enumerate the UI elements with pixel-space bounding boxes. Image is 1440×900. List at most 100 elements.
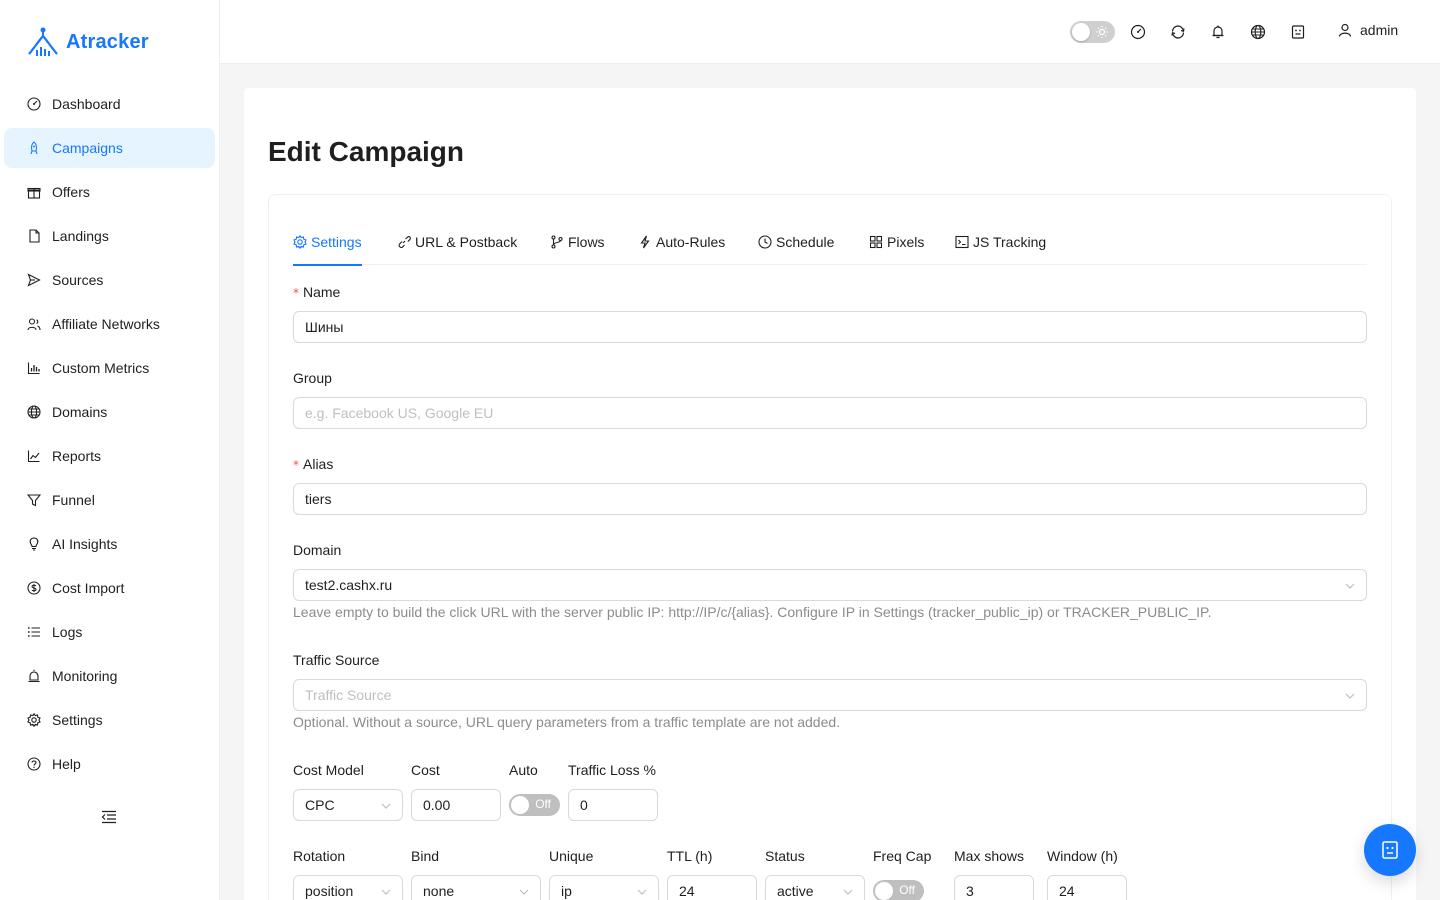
sidebar-item-funnel[interactable]: Funnel — [4, 480, 215, 520]
switch-state: Off — [535, 797, 551, 811]
alert-icon — [26, 668, 42, 684]
logo-icon — [28, 27, 58, 56]
theme-toggle[interactable] — [1070, 21, 1115, 43]
question-icon — [26, 756, 42, 772]
sidebar-item-label: Landings — [52, 228, 109, 244]
tab-js-tracking[interactable]: JS Tracking — [955, 231, 1046, 265]
sun-icon — [1096, 26, 1108, 38]
bind-select[interactable]: none — [411, 875, 541, 900]
logo[interactable]: Atracker — [26, 26, 149, 58]
sidebar-item-settings[interactable]: Settings — [4, 700, 215, 740]
sidebar-item-help[interactable]: Help — [4, 744, 215, 784]
sidebar-item-label: Affiliate Networks — [52, 316, 160, 332]
code-icon — [955, 235, 969, 249]
sidebar-item-label: Domains — [52, 404, 108, 420]
tab-label: URL & Postback — [415, 234, 518, 250]
link-icon — [398, 236, 411, 249]
tab-schedule[interactable]: Schedule — [758, 231, 834, 265]
gift-icon — [26, 184, 42, 200]
sidebar-item-custom-metrics[interactable]: Custom Metrics — [4, 348, 215, 388]
dashboard-icon — [26, 96, 42, 112]
rocket-icon — [26, 140, 42, 156]
tab-settings[interactable]: Settings — [293, 231, 362, 266]
sidebar-item-dashboard[interactable]: Dashboard — [4, 84, 215, 124]
sidebar-item-label: Cost Import — [52, 580, 125, 596]
funnel-icon — [26, 492, 42, 508]
edit-campaign-card: Settings URL & Postback Flows Auto-Rules… — [268, 194, 1392, 900]
cost-input[interactable]: 0.00 — [411, 789, 501, 821]
rotation-select[interactable]: position — [293, 875, 403, 900]
thunderbolt-icon — [640, 235, 650, 249]
page-title: Edit Campaign — [268, 136, 465, 167]
sidebar-item-sources[interactable]: Sources — [4, 260, 215, 300]
unique-select[interactable]: ip — [549, 875, 659, 900]
sidebar-item-label: Offers — [52, 184, 90, 200]
sidebar-item-monitoring[interactable]: Monitoring — [4, 656, 215, 696]
sidebar-item-label: AI Insights — [52, 536, 118, 552]
sidebar-nav: Dashboard Campaigns Offers Landings Sour… — [4, 84, 215, 788]
cost-label: Cost — [411, 762, 440, 778]
window-input[interactable]: 24 — [1047, 875, 1127, 900]
tab-label: Pixels — [887, 234, 925, 250]
sidebar-item-cost-import[interactable]: Cost Import — [4, 568, 215, 608]
user-menu[interactable]: admin — [1338, 22, 1398, 38]
status-select[interactable]: active — [765, 875, 865, 900]
traffic-source-select[interactable]: Traffic Source — [293, 679, 1367, 711]
cost-model-label: Cost Model — [293, 762, 364, 778]
tabs: Settings URL & Postback Flows Auto-Rules… — [293, 231, 1367, 266]
sidebar-item-ai-insights[interactable]: AI Insights — [4, 524, 215, 564]
sidebar-item-campaigns[interactable]: Campaigns — [4, 128, 215, 168]
name-input[interactable]: Шины — [293, 311, 1367, 343]
sidebar-item-label: Monitoring — [52, 668, 118, 684]
tab-flows[interactable]: Flows — [550, 231, 605, 265]
globe-icon[interactable] — [1250, 24, 1266, 40]
gear-icon — [26, 712, 42, 728]
dashboard-icon[interactable] — [1130, 24, 1146, 40]
traffic-loss-label: Traffic Loss % — [568, 762, 656, 778]
sidebar-collapse-button[interactable] — [101, 810, 119, 826]
branch-icon — [551, 235, 563, 249]
sidebar-item-domains[interactable]: Domains — [4, 392, 215, 432]
auto-switch[interactable]: Off — [509, 794, 560, 816]
tab-label: Settings — [311, 234, 362, 250]
switch-knob — [511, 796, 529, 814]
bell-icon[interactable] — [1210, 24, 1226, 40]
chevron-down-icon — [519, 889, 529, 895]
sidebar-item-logs[interactable]: Logs — [4, 612, 215, 652]
sidebar-item-affiliate-networks[interactable]: Affiliate Networks — [4, 304, 215, 344]
group-input[interactable]: e.g. Facebook US, Google EU — [293, 397, 1367, 429]
sidebar-item-label: Help — [52, 756, 81, 772]
assistant-float-button[interactable] — [1364, 824, 1416, 876]
tab-auto-rules[interactable]: Auto-Rules — [638, 231, 725, 265]
cost-model-select[interactable]: CPC — [293, 789, 403, 821]
top-header: admin — [220, 0, 1440, 64]
tab-pixels[interactable]: Pixels — [869, 231, 924, 265]
main-content: Edit Campaign Settings URL & Postback Fl… — [244, 88, 1416, 900]
sidebar-item-label: Custom Metrics — [52, 360, 150, 376]
sidebar-item-landings[interactable]: Landings — [4, 216, 215, 256]
traffic-loss-input[interactable]: 0 — [568, 789, 658, 821]
auto-label: Auto — [509, 762, 538, 778]
bar-chart-icon — [26, 360, 42, 376]
ttl-input[interactable]: 24 — [667, 875, 757, 900]
sidebar-item-offers[interactable]: Offers — [4, 172, 215, 212]
group-label: Group — [293, 370, 332, 386]
username: admin — [1360, 22, 1399, 38]
chevron-down-icon — [1345, 693, 1355, 699]
freq-cap-label: Freq Cap — [873, 848, 932, 864]
menu-fold-icon — [101, 810, 116, 824]
max-shows-input[interactable]: 3 — [954, 875, 1034, 900]
chevron-down-icon — [381, 803, 391, 809]
ttl-label: TTL (h) — [667, 848, 713, 864]
sidebar-item-label: Dashboard — [52, 96, 121, 112]
file-icon — [26, 228, 42, 244]
domain-select[interactable]: test2.cashx.ru — [293, 569, 1367, 601]
robot-icon — [1382, 841, 1398, 859]
freq-cap-switch[interactable]: Off — [873, 880, 924, 900]
switch-knob — [875, 882, 893, 900]
reload-icon[interactable] — [1170, 24, 1186, 40]
robot-icon[interactable] — [1290, 24, 1306, 40]
sidebar-item-reports[interactable]: Reports — [4, 436, 215, 476]
alias-input[interactable]: tiers — [293, 483, 1367, 515]
tab-url-postback[interactable]: URL & Postback — [397, 231, 517, 265]
